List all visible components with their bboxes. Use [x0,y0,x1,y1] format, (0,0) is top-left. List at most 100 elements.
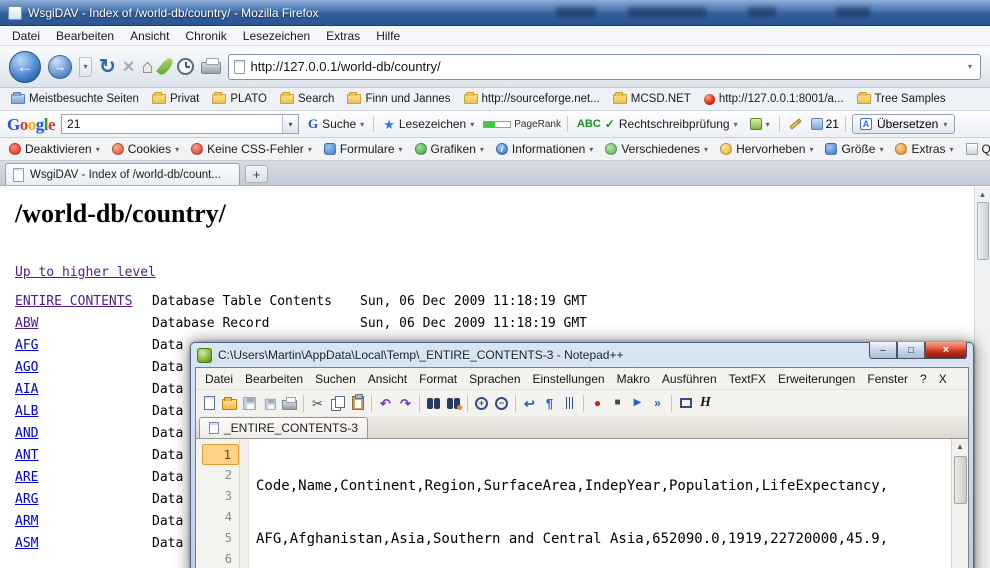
up-to-higher-level-link[interactable]: Up to higher level [15,265,156,280]
bookmark-privat[interactable]: Privat [146,91,205,107]
webdev-grafiken[interactable]: Grafiken▾ [409,140,490,158]
npp-menu-x[interactable]: X [933,370,953,388]
close-button[interactable]: × [925,342,967,359]
find-icon[interactable] [425,395,442,412]
open-file-icon[interactable] [221,395,238,412]
history-dropdown[interactable]: ▾ [79,57,92,77]
cut-icon[interactable]: ✂ [309,395,326,412]
dir-link-are[interactable]: ARE [15,470,38,485]
npp-menu-suchen[interactable]: Suchen [309,370,362,388]
npp-menu-bearbeiten[interactable]: Bearbeiten [239,370,309,388]
stop-macro-icon[interactable]: ■ [609,395,626,412]
bookmark-localhost-8001[interactable]: http://127.0.0.1:8001/a... [698,91,850,107]
dir-link-ago[interactable]: AGO [15,360,38,375]
google-search-button[interactable]: GSuche▾ [305,114,367,134]
webdev-formulare[interactable]: Formulare▾ [318,140,409,158]
play-macro-icon[interactable]: ▶ [629,395,646,412]
dir-link-asm[interactable]: ASM [15,536,38,551]
redo-icon[interactable]: ↷ [397,395,414,412]
webdev-deaktivieren[interactable]: Deaktivieren▾ [3,140,106,158]
refresh-button[interactable]: ↻ [99,57,116,77]
bookmark-search[interactable]: Search [274,91,340,107]
dir-link-abw[interactable]: ABW [15,316,38,331]
google-search-input[interactable] [62,115,282,133]
bookmark-mcsd[interactable]: MCSD.NET [607,91,697,107]
save-icon[interactable] [241,395,258,412]
forward-button[interactable]: → [48,55,72,79]
npp-menu-help[interactable]: ? [914,370,933,388]
maximize-button[interactable]: □ [897,342,925,359]
word-wrap-icon[interactable]: ↩ [521,395,538,412]
menu-datei[interactable]: Datei [4,27,48,45]
notepad-titlebar[interactable]: C:\Users\Martin\AppData\Local\Temp\_ENTI… [195,343,969,367]
run-macro-multiple-icon[interactable]: » [649,395,666,412]
menu-bearbeiten[interactable]: Bearbeiten [48,27,122,45]
spellcheck-button[interactable]: ABC✓Rechtschreibprüfung▾ [574,115,741,133]
fullscreen-icon[interactable] [677,395,694,412]
counter-badge[interactable]: 21 [811,117,839,131]
dir-link-afg[interactable]: AFG [15,338,38,353]
npp-menu-format[interactable]: Format [413,370,463,388]
google-search-box[interactable]: ▾ [61,114,299,134]
menu-extras[interactable]: Extras [318,27,368,45]
print-icon[interactable] [281,395,298,412]
highlighter-button[interactable] [786,120,805,128]
scrollbar-thumb[interactable] [977,202,989,260]
print-button[interactable] [201,62,221,74]
webdev-hervorheben[interactable]: Hervorheben▾ [714,140,819,158]
scroll-up-icon[interactable]: ▲ [956,440,964,454]
zoom-out-icon[interactable]: − [493,395,510,412]
webdev-css[interactable]: Keine CSS-Fehler▾ [185,140,318,158]
bookmark-plato[interactable]: PLATO [206,91,273,107]
scroll-up-icon[interactable]: ▲ [979,187,987,202]
npp-menu-sprachen[interactable]: Sprachen [463,370,526,388]
translate-button[interactable]: AÜbersetzen▾ [852,114,955,134]
history-clock-button[interactable] [177,58,194,75]
show-symbols-icon[interactable]: ¶ [541,395,558,412]
dir-link-entire-contents[interactable]: ENTIRE CONTENTS [15,294,132,309]
replace-icon[interactable] [445,395,462,412]
bookmark-meistbesuchte[interactable]: Meistbesuchte Seiten [5,91,145,107]
url-dropdown-icon[interactable]: ▾ [965,62,975,71]
home-button[interactable]: ⌂ [141,57,153,77]
notepad-editor[interactable]: 1 2 3 4 5 6 Code,Name,Continent,Region,S… [196,439,968,568]
webdev-quelltext[interactable]: Quelltext [960,140,990,158]
save-all-icon[interactable] [261,395,278,412]
code-area[interactable]: Code,Name,Continent,Region,SurfaceArea,I… [249,439,951,568]
stop-button[interactable]: × [123,57,135,77]
dir-link-alb[interactable]: ALB [15,404,38,419]
bookmark-finn-und-jannes[interactable]: Finn und Jannes [341,91,456,107]
npp-menu-erweiterungen[interactable]: Erweiterungen [772,370,861,388]
url-bar[interactable]: ▾ [228,54,981,80]
undo-icon[interactable]: ↶ [377,395,394,412]
menu-chronik[interactable]: Chronik [177,27,234,45]
npp-menu-makro[interactable]: Makro [611,370,656,388]
autofill-button[interactable]: ▾ [747,116,773,132]
google-bookmarks-button[interactable]: ★Lesezeichen▾ [380,115,477,133]
npp-menu-datei[interactable]: Datei [199,370,239,388]
paste-icon[interactable] [349,395,366,412]
dir-link-aia[interactable]: AIA [15,382,38,397]
tab-wsgidav[interactable]: WsgiDAV - Index of /world-db/count... [5,163,240,185]
menu-lesezeichen[interactable]: Lesezeichen [235,27,318,45]
npp-menu-textfx[interactable]: TextFX [723,370,772,388]
npp-menu-ansicht[interactable]: Ansicht [362,370,413,388]
webdev-informationen[interactable]: iInformationen▾ [490,140,599,158]
zoom-in-icon[interactable]: + [473,395,490,412]
url-input[interactable] [251,59,959,74]
webdev-verschiedenes[interactable]: Verschiedenes▾ [599,140,714,158]
scrollbar-thumb[interactable] [954,456,967,504]
document-tab[interactable]: _ENTIRE_CONTENTS-3 [199,417,368,438]
npp-menu-ausfuehren[interactable]: Ausführen [656,370,723,388]
editor-scrollbar[interactable]: ▲ [951,439,968,568]
menu-hilfe[interactable]: Hilfe [368,27,408,45]
new-file-icon[interactable] [201,395,218,412]
indent-guide-icon[interactable] [561,395,578,412]
back-button[interactable]: ← [9,51,41,83]
record-macro-icon[interactable]: ● [589,395,606,412]
browser-scrollbar[interactable]: ▲ [974,187,990,568]
dir-link-ant[interactable]: ANT [15,448,38,463]
webdev-extras[interactable]: Extras▾ [889,140,959,158]
npp-menu-einstellungen[interactable]: Einstellungen [527,370,611,388]
new-tab-button[interactable]: + [245,165,268,183]
